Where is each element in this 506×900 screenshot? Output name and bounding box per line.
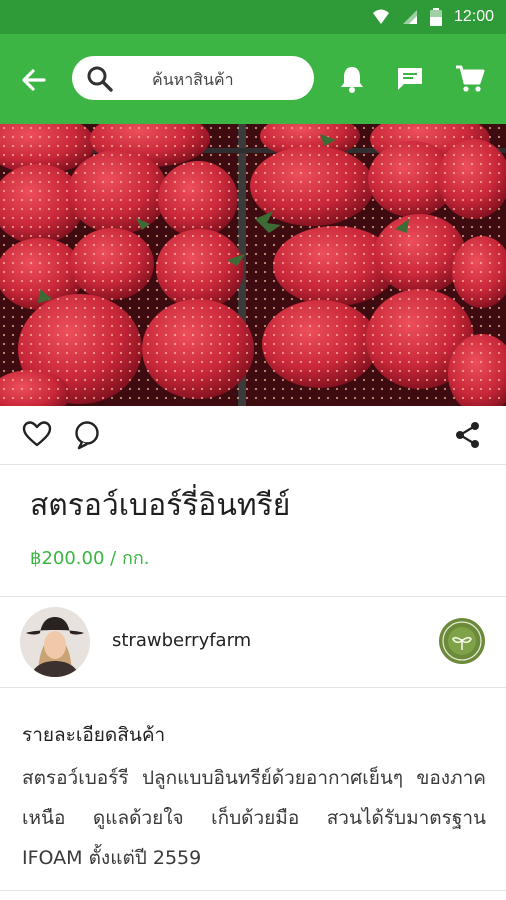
- product-title: สตรอว์เบอร์รี่อินทรีย์: [30, 488, 291, 523]
- seller-name[interactable]: strawberryfarm: [112, 630, 251, 651]
- seller-row[interactable]: strawberryfarm: [0, 596, 506, 688]
- description-body: สตรอว์เบอร์รี ปลูกแบบอินทรีย์ด้วยอากาศเย…: [22, 767, 486, 869]
- divider: [0, 890, 506, 891]
- search-icon: [87, 66, 113, 92]
- back-arrow-icon[interactable]: [18, 64, 50, 96]
- signal-icon: [402, 10, 417, 24]
- battery-icon: [429, 8, 442, 26]
- organic-badge-icon: [439, 618, 485, 664]
- heart-icon[interactable]: [22, 420, 52, 448]
- bell-icon[interactable]: [336, 63, 368, 95]
- status-bar: 12:00: [0, 0, 506, 34]
- wifi-icon: [372, 9, 389, 24]
- status-time: 12:00: [453, 8, 494, 25]
- avatar[interactable]: [20, 607, 90, 677]
- product-image[interactable]: [0, 124, 506, 406]
- product-actions: [0, 406, 506, 465]
- description-heading: รายละเอียดสินค้า: [22, 724, 166, 746]
- app-bar: ค้นหาสินค้า: [0, 34, 506, 124]
- search-placeholder: ค้นหาสินค้า: [152, 70, 234, 89]
- product-price: ฿200.00 / กก.: [30, 548, 150, 569]
- chat-icon[interactable]: [394, 63, 426, 95]
- search-input[interactable]: ค้นหาสินค้า: [72, 56, 314, 100]
- comment-icon[interactable]: [73, 420, 101, 450]
- cart-icon[interactable]: [454, 63, 486, 95]
- strawberries-photo: [0, 124, 506, 406]
- share-icon[interactable]: [454, 420, 482, 450]
